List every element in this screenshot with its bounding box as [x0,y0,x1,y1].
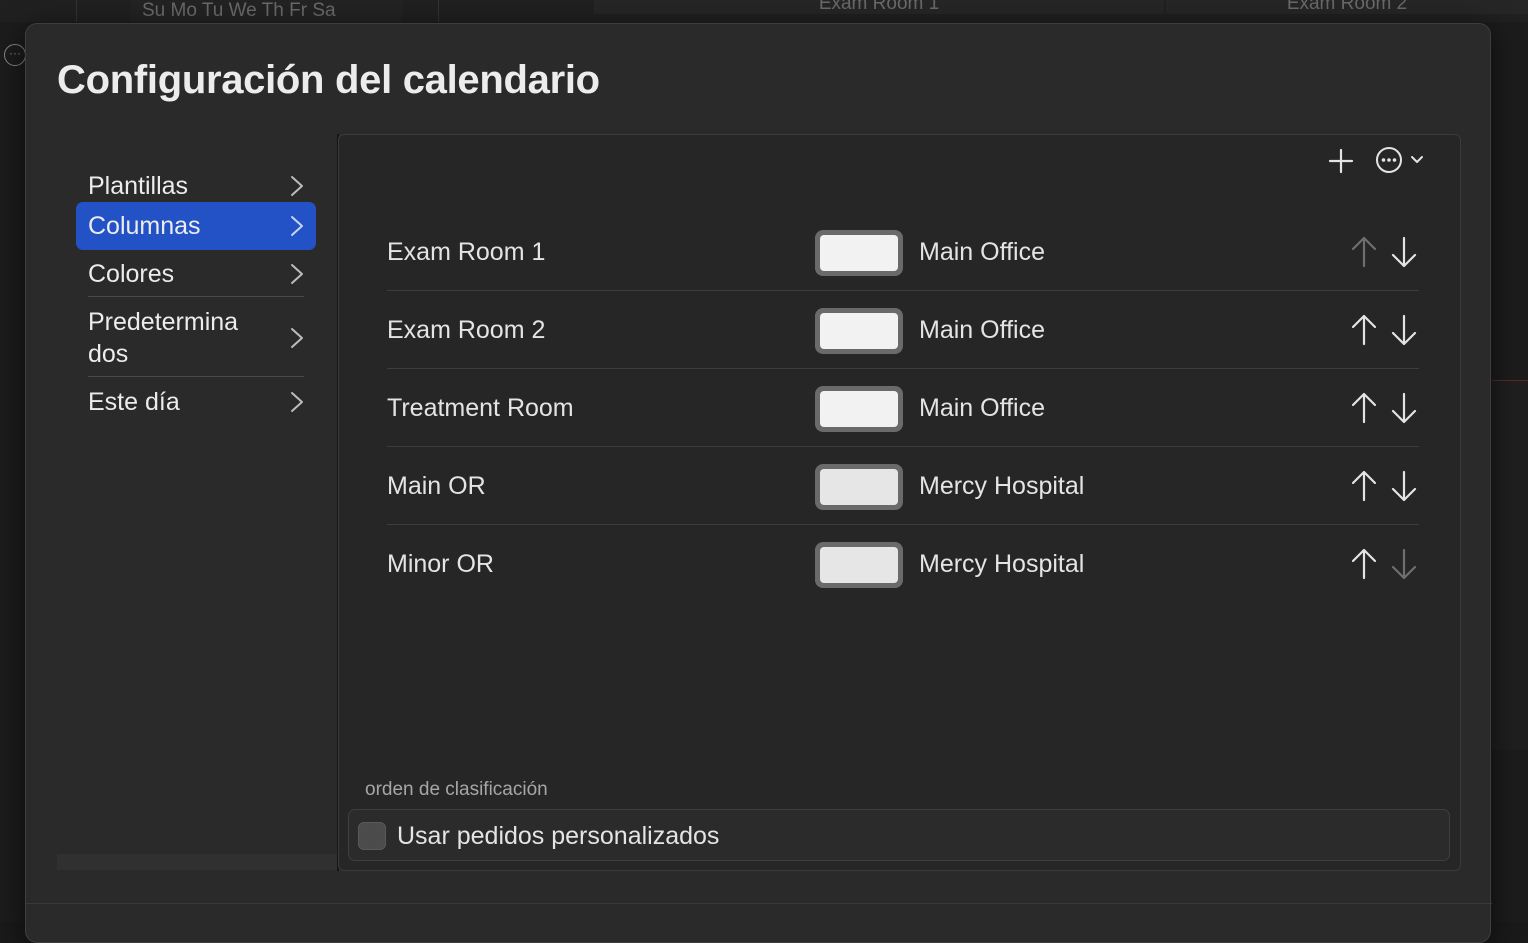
column-name: Exam Room 1 [387,238,546,266]
sidebar-item-columnas[interactable]: Columnas [76,202,316,250]
background-calendar-area [1492,380,1528,750]
sidebar-item-label: Este día [88,388,180,416]
arrow-down-icon[interactable] [1389,313,1419,347]
chevron-right-icon [291,392,303,412]
sidebar-item-label: Predetermina dos [88,308,239,368]
chevron-right-icon [291,328,303,348]
sidebar-item-colores[interactable]: Colores [76,250,316,298]
column-location: Mercy Hospital [919,472,1085,500]
plus-icon[interactable] [1327,147,1355,175]
column-row[interactable]: Minor OR Mercy Hospital [387,525,1419,603]
column-color-well[interactable] [815,464,903,510]
column-color-well[interactable] [815,542,903,588]
column-location: Main Office [919,394,1045,422]
custom-order-label[interactable]: Usar pedidos personalizados [397,810,719,862]
column-color-well[interactable] [815,308,903,354]
column-color-well[interactable] [815,230,903,276]
chevron-down-icon [1411,156,1423,163]
sheet-footer-divider [26,903,1492,904]
column-location: Mercy Hospital [919,550,1085,578]
sidebar-separator [88,296,304,297]
column-name: Treatment Room [387,394,574,422]
column-location: Main Office [919,238,1045,266]
column-row[interactable]: Treatment Room Main Office [387,369,1419,447]
column-color-fill [820,313,898,349]
chevron-right-icon [291,176,303,196]
column-color-fill [820,391,898,427]
column-color-fill [820,547,898,583]
sidebar-footer [57,854,337,870]
arrow-up-icon[interactable] [1349,469,1379,503]
column-color-fill [820,469,898,505]
background-more-icon: ··· [4,44,26,66]
sidebar-item-predeterminados[interactable]: Predetermina dos [76,298,316,378]
column-name: Exam Room 2 [387,316,546,344]
arrow-down-icon[interactable] [1389,469,1419,503]
column-color-well[interactable] [815,386,903,432]
column-row[interactable]: Main OR Mercy Hospital [387,447,1419,525]
arrow-up-icon[interactable] [1349,313,1379,347]
sort-order-box: Usar pedidos personalizados [348,809,1450,861]
arrow-down-icon[interactable] [1389,391,1419,425]
arrow-up-icon[interactable] [1349,235,1379,269]
column-color-fill [820,235,898,271]
sidebar-item-label: Colores [88,260,175,288]
column-row[interactable]: Exam Room 2 Main Office [387,291,1419,369]
sheet-title: Configuración del calendario [57,58,600,102]
column-name: Main OR [387,472,486,500]
sidebar-item-este-dia[interactable]: Este día [76,378,316,426]
columns-panel: Exam Room 1 Main Office Exam Room 2 Main Of… [338,134,1461,871]
calendar-settings-sheet: Configuración del calendario Plantillas … [25,23,1492,943]
background-mini-calendar: Su Mo Tu We Th Fr Sa [130,0,402,22]
sort-order-caption: orden de clasificación [365,779,548,800]
arrow-up-icon[interactable] [1349,547,1379,581]
arrow-down-icon[interactable] [1389,235,1419,269]
arrow-up-icon[interactable] [1349,391,1379,425]
sidebar-item-label: Columnas [88,212,201,240]
background-column-header: Exam Room 1 [594,0,1164,14]
column-name: Minor OR [387,550,494,578]
column-location: Main Office [919,316,1045,344]
settings-sidebar: Plantillas Columnas Colores Predetermina… [76,134,338,871]
background-divider [76,0,77,22]
background-column-header: Exam Room 2 [1166,0,1528,14]
sidebar-separator [88,376,304,377]
column-row[interactable]: Exam Room 1 Main Office [387,213,1419,291]
arrow-down-icon[interactable] [1389,547,1419,581]
sidebar-item-label: Plantillas [88,172,189,200]
ellipsis-circle-icon [1376,147,1402,173]
custom-order-checkbox[interactable] [358,822,386,850]
chevron-right-icon [291,216,303,236]
chevron-right-icon [291,264,303,284]
background-divider [438,0,439,22]
more-options-button[interactable] [1375,145,1429,175]
